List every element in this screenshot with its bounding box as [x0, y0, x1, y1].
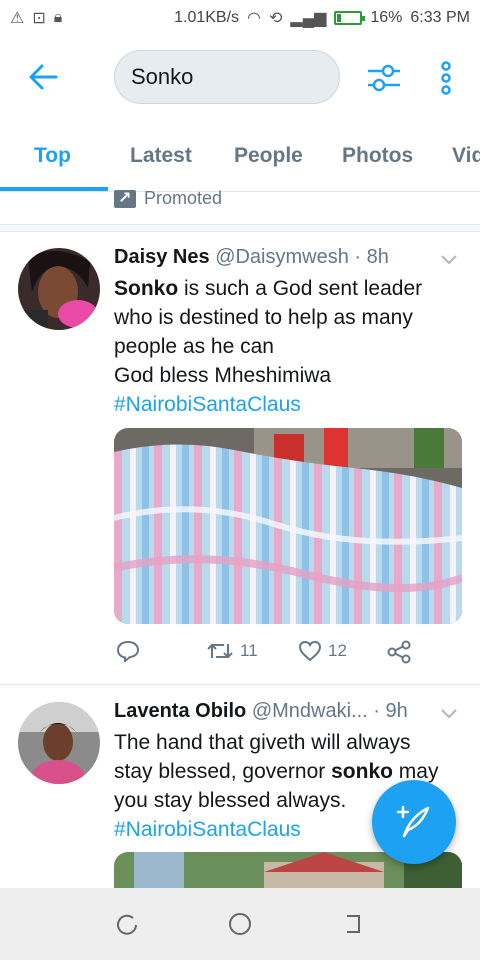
tweet-text: Sonko is such a God sent leader who is d… [114, 274, 454, 419]
signal-icon: ▂▄▆ [290, 10, 327, 27]
tab-photos[interactable]: Photos [342, 144, 413, 168]
share-icon [387, 640, 411, 664]
share-button[interactable] [386, 640, 412, 664]
chevron-down-icon[interactable] [440, 254, 458, 266]
display-name[interactable]: Laventa Obilo [114, 700, 246, 722]
status-bar: ⚠ ⊡ 🔒︎ 1.01KB/s ◠ ⟲ ▂▄▆ 16% 6:33 PM [0, 0, 480, 36]
highlight-term: sonko [331, 760, 393, 783]
user-handle[interactable]: @Daisymwesh [215, 246, 349, 268]
tweet-image[interactable] [114, 428, 462, 624]
hashtag-link[interactable]: #NairobiSantaClaus [114, 393, 301, 416]
tab-videos[interactable]: Vid [452, 144, 480, 168]
tweet-time: · 8h [354, 246, 389, 268]
alert-icon: ⚠ [10, 10, 25, 27]
search-input[interactable] [131, 64, 321, 90]
tweet-text-part: is such a God sent leader [178, 277, 423, 300]
display-name[interactable]: Daisy Nes [114, 246, 210, 268]
recent-apps-button[interactable] [112, 909, 142, 939]
battery-icon [334, 11, 366, 25]
tweet-actions: 11 12 [114, 640, 454, 670]
promoted-icon [114, 188, 136, 208]
system-nav-bar [0, 888, 480, 960]
highlight-term: Sonko [114, 277, 179, 300]
heart-icon [298, 640, 322, 662]
hashtag-link[interactable]: #NairobiSantaClaus [114, 818, 301, 841]
search-tabs: Top Latest People Photos Vid [0, 122, 480, 192]
recents-icon [116, 914, 137, 935]
tweet-text-part: God bless Mheshimiwa [114, 364, 332, 387]
reply-icon [116, 640, 140, 662]
tweet-header: Laventa Obilo @Mndwaki... · 9h [114, 700, 408, 723]
compose-feather-icon [396, 805, 430, 838]
status-left-icons: ⚠ ⊡ 🔒︎ [10, 8, 62, 28]
headset-icon: ◠ [247, 10, 262, 27]
back-nav-icon [347, 915, 361, 933]
home-button[interactable] [225, 909, 255, 939]
tab-people[interactable]: People [234, 144, 303, 168]
cast-icon: ⊡ [32, 10, 46, 27]
tweet-text-part: who is destined to help as many people a… [114, 306, 413, 358]
avatar[interactable] [18, 702, 100, 784]
compose-tweet-button[interactable] [372, 780, 456, 864]
lock-icon: 🔒︎ [53, 9, 63, 26]
tweet-time: · 9h [373, 700, 408, 722]
divider [0, 224, 480, 232]
reply-button[interactable] [116, 640, 140, 662]
battery-percent: 16% [370, 9, 403, 26]
active-tab-indicator [0, 187, 108, 191]
tab-top[interactable]: Top [34, 144, 71, 168]
retweet-count: 11 [240, 641, 258, 660]
like-button[interactable]: 12 [298, 640, 347, 662]
user-handle[interactable]: @Mndwaki... [252, 700, 368, 722]
back-arrow-icon[interactable] [26, 60, 60, 94]
retweet-icon [207, 643, 233, 659]
divider [0, 684, 480, 685]
filter-icon[interactable] [366, 60, 402, 96]
avatar[interactable] [18, 248, 100, 330]
chevron-down-icon[interactable] [440, 708, 458, 720]
retweet-button[interactable]: 11 [206, 640, 258, 662]
clock: 6:33 PM [410, 9, 470, 26]
network-speed: 1.01KB/s [174, 9, 240, 26]
status-right: 1.01KB/s ◠ ⟲ ▂▄▆ 16% 6:33 PM [174, 8, 470, 28]
promoted-label[interactable]: Promoted [114, 188, 222, 209]
promoted-text: Promoted [144, 188, 223, 208]
like-count: 12 [328, 641, 347, 660]
back-button[interactable] [338, 909, 368, 939]
tweet-card[interactable]: Daisy Nes @Daisymwesh · 8h Sonko is such… [0, 232, 480, 684]
more-options-icon[interactable] [432, 58, 460, 98]
tab-latest[interactable]: Latest [130, 144, 192, 168]
rotate-icon: ⟲ [269, 10, 283, 27]
search-header [0, 36, 480, 122]
home-circle-icon [228, 913, 251, 935]
search-field[interactable] [114, 50, 340, 104]
tweet-header: Daisy Nes @Daisymwesh · 8h [114, 246, 389, 269]
